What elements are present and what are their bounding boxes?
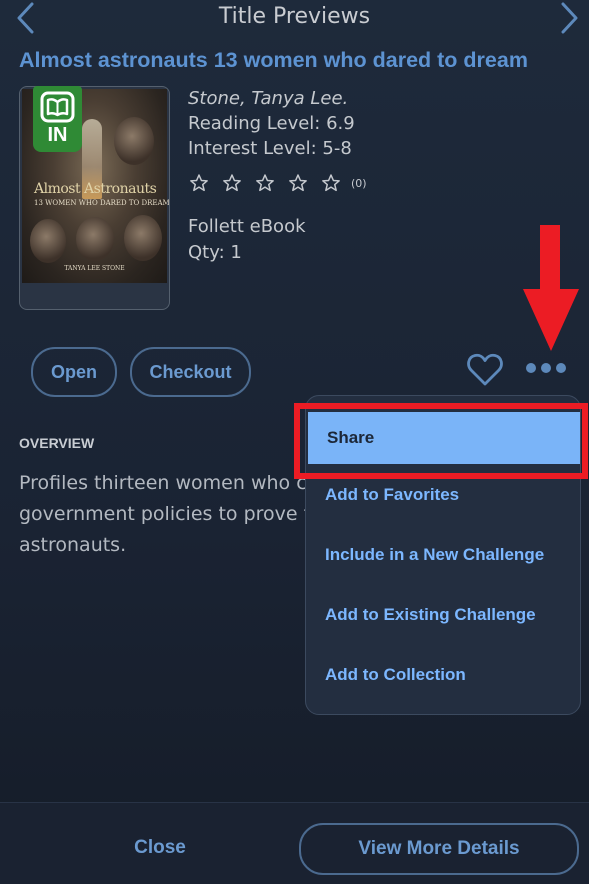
menu-item-add-to-existing-challenge[interactable]: Add to Existing Challenge — [306, 589, 580, 641]
overview-heading: OVERVIEW — [19, 435, 95, 451]
more-horizontal-icon — [541, 363, 551, 373]
star-icon[interactable] — [287, 172, 309, 194]
menu-item-add-to-collection[interactable]: Add to Collection — [306, 649, 580, 701]
availability-badge-label: IN — [47, 124, 68, 146]
book-author: Stone, Tanya Lee. — [188, 88, 349, 109]
book-quantity: Qty: 1 — [188, 242, 242, 263]
book-title[interactable]: Almost astronauts 13 women who dared to … — [19, 48, 528, 73]
menu-item-include-in-new-challenge[interactable]: Include in a New Challenge — [306, 529, 580, 581]
favorite-button[interactable] — [465, 349, 505, 393]
next-title-button[interactable] — [551, 0, 587, 36]
cover-portrait — [114, 117, 154, 165]
chevron-right-icon — [561, 2, 578, 34]
star-icon[interactable] — [221, 172, 243, 194]
overview-line: Profiles thirteen women who ch — [19, 472, 309, 494]
heart-icon — [467, 353, 503, 386]
star-rating[interactable]: (0) — [188, 172, 367, 194]
more-horizontal-icon — [556, 363, 566, 373]
more-options-button[interactable] — [526, 363, 571, 373]
cover-portrait — [76, 217, 114, 261]
rating-count: (0) — [351, 176, 367, 190]
star-icon[interactable] — [320, 172, 342, 194]
cover-title: Almost Astronauts — [34, 181, 157, 197]
cover-portrait — [124, 215, 162, 261]
star-icon[interactable] — [188, 172, 210, 194]
header: Title Previews — [0, 0, 589, 36]
star-icon[interactable] — [254, 172, 276, 194]
book-format: Follett eBook — [188, 216, 306, 237]
cover-portrait — [30, 219, 66, 263]
title-preview-screen: Title Previews Almost astronauts 13 wome… — [0, 0, 589, 884]
reading-level: Reading Level: 6.9 — [188, 113, 355, 134]
interest-level: Interest Level: 5-8 — [188, 138, 352, 159]
overview-line: government policies to prove th — [19, 503, 309, 525]
annotation-arrow-icon — [523, 225, 579, 351]
overview-line: astronauts. — [19, 534, 127, 556]
availability-badge: IN — [33, 86, 82, 152]
checkout-button[interactable]: Checkout — [130, 347, 251, 397]
more-horizontal-icon — [526, 363, 536, 373]
cover-author: TANYA LEE STONE — [64, 265, 125, 272]
close-button[interactable]: Close — [90, 823, 230, 873]
view-more-details-button[interactable]: View More Details — [299, 823, 579, 875]
annotation-highlight-box — [294, 403, 588, 479]
open-book-icon — [40, 91, 75, 123]
overview-text: Profiles thirteen women who ch governmen… — [19, 468, 309, 561]
page-title: Title Previews — [218, 4, 371, 29]
open-button[interactable]: Open — [31, 347, 117, 397]
cover-subtitle: 13 WOMEN WHO DARED TO DREAM — [34, 199, 170, 207]
